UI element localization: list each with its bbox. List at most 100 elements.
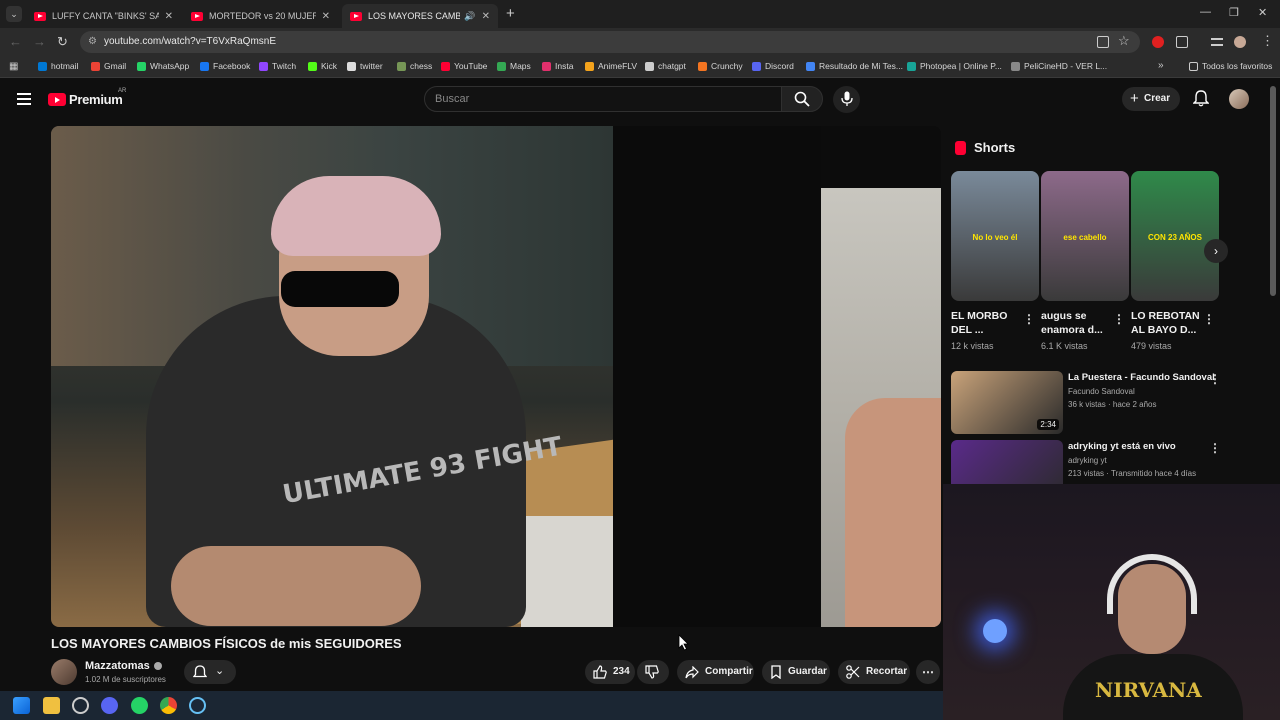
- recommended-more-icon[interactable]: ⋮: [1209, 372, 1221, 386]
- extensions-puzzle-icon[interactable]: [1176, 36, 1188, 48]
- address-bar[interactable]: ⚙ youtube.com/watch?v=T6VxRaQmsnE: [80, 31, 1140, 53]
- tab-current-video[interactable]: LOS MAYORES CAMBIOS FÍSICOS de mis SEGUI…: [342, 4, 498, 28]
- bookmark-chess[interactable]: chess: [397, 61, 432, 71]
- more-bookmarks-icon[interactable]: »: [1158, 60, 1164, 71]
- channel-name[interactable]: Mazzatomas: [85, 660, 162, 672]
- save-button[interactable]: Guardar: [762, 660, 830, 684]
- bookmark-resultado-de-mi-tes[interactable]: Resultado de Mi Tes...: [806, 61, 903, 71]
- bookmark-kick[interactable]: Kick: [308, 61, 337, 71]
- short-title[interactable]: augus se enamora d...: [1041, 309, 1115, 337]
- extension-icon[interactable]: [1152, 36, 1164, 48]
- bookmark-maps[interactable]: Maps: [497, 61, 531, 71]
- bookmark-whatsapp[interactable]: WhatsApp: [137, 61, 189, 71]
- thumbs-down-icon: [645, 665, 659, 679]
- recommended-channel[interactable]: adryking yt: [1068, 456, 1107, 465]
- like-button[interactable]: 234: [585, 660, 635, 684]
- tab-luffy[interactable]: LUFFY CANTA "BINKS' SAKE" ✕: [26, 4, 181, 28]
- steam-icon[interactable]: [189, 697, 206, 714]
- reload-icon[interactable]: ↻: [57, 34, 68, 50]
- recommended-more-icon[interactable]: ⋮: [1209, 441, 1221, 455]
- short-title[interactable]: EL MORBO DEL ...: [951, 309, 1025, 337]
- close-tab-icon[interactable]: ✕: [165, 11, 173, 22]
- search-input[interactable]: Buscar: [424, 86, 782, 112]
- apps-grid-icon[interactable]: ▦: [9, 61, 18, 72]
- browser-menu-icon[interactable]: ⋮: [1261, 33, 1274, 49]
- video-player[interactable]: ULTIMATE 93 FIGHT: [51, 126, 941, 627]
- recommended-channel[interactable]: Facundo Sandoval: [1068, 387, 1135, 396]
- new-tab-button[interactable]: +: [506, 5, 515, 22]
- voice-search-button[interactable]: [833, 86, 860, 113]
- windows-start-icon[interactable]: [13, 697, 30, 714]
- microphone-icon: [841, 91, 853, 106]
- forward-icon[interactable]: →: [33, 34, 46, 50]
- menu-hamburger-icon[interactable]: [17, 93, 31, 108]
- create-button[interactable]: + Crear: [1122, 87, 1180, 111]
- search-button[interactable]: [781, 86, 823, 112]
- recommended-title[interactable]: La Puestera - Facundo Sandoval: [1068, 372, 1215, 383]
- bookmark-gmail[interactable]: Gmail: [91, 61, 126, 71]
- chrome-icon[interactable]: [160, 697, 177, 714]
- bookmark-insta[interactable]: Insta: [542, 61, 573, 71]
- bookmark-hotmail[interactable]: hotmail: [38, 61, 78, 71]
- youtube-favicon-icon: [34, 11, 46, 21]
- bookmark-facebook[interactable]: Facebook: [200, 61, 250, 71]
- whatsapp-icon[interactable]: [131, 697, 148, 714]
- audio-playing-icon[interactable]: 🔊: [464, 11, 475, 22]
- share-button[interactable]: Compartir: [677, 660, 754, 684]
- short-thumbnail[interactable]: ese cabello: [1041, 171, 1129, 301]
- short-views: 479 vistas: [1131, 341, 1172, 351]
- media-control-icon[interactable]: [1211, 38, 1223, 46]
- tab-mortedor[interactable]: MORTEDOR vs 20 MUJERES - YouTube ✕: [183, 4, 338, 28]
- bookmark-twitter[interactable]: twitter: [347, 61, 383, 71]
- bookmark-star-icon[interactable]: ☆: [1118, 33, 1130, 49]
- short-more-icon[interactable]: ⋮: [1113, 312, 1125, 326]
- settings-gear-icon[interactable]: [72, 697, 89, 714]
- minimize-icon[interactable]: —: [1200, 6, 1211, 18]
- user-avatar[interactable]: [1229, 89, 1249, 109]
- all-bookmarks-folder[interactable]: Todos los favoritos: [1189, 61, 1272, 71]
- bookmark-twitch[interactable]: Twitch: [259, 61, 296, 71]
- bookmark-photopea-online-p[interactable]: Photopea | Online P...: [907, 61, 1002, 71]
- short-more-icon[interactable]: ⋮: [1023, 312, 1035, 326]
- close-tab-icon[interactable]: ✕: [482, 11, 490, 22]
- recommended-thumbnail[interactable]: 2:34: [951, 371, 1063, 434]
- restore-icon[interactable]: ❐: [1229, 6, 1239, 19]
- dislike-button[interactable]: [637, 660, 669, 684]
- short-title[interactable]: LO REBOTAN AL BAYO D...: [1131, 309, 1205, 337]
- site-info-icon[interactable]: ⚙: [88, 31, 97, 53]
- page-scrollbar[interactable]: [1270, 86, 1276, 296]
- bookmark-animeflv[interactable]: AnimeFLV: [585, 61, 637, 71]
- short-thumbnail[interactable]: No lo veo él: [951, 171, 1039, 301]
- video-frame-left: ULTIMATE 93 FIGHT: [51, 126, 613, 627]
- bookmark-youtube[interactable]: YouTube: [441, 61, 487, 71]
- channel-avatar[interactable]: [51, 659, 77, 685]
- blue-light: [983, 619, 1007, 643]
- subscription-bell-button[interactable]: ⌄: [184, 660, 236, 684]
- recommended-title[interactable]: adryking yt está en vivo: [1068, 441, 1176, 452]
- bookmark-crunchy[interactable]: Crunchy: [698, 61, 743, 71]
- youtube-favicon-icon: [191, 11, 203, 21]
- close-tab-icon[interactable]: ✕: [322, 11, 330, 22]
- video-frame-dark: [613, 126, 821, 627]
- close-window-icon[interactable]: ✕: [1258, 6, 1267, 19]
- bookmark-pelicinehd-ver-l[interactable]: PeliCineHD - VER L...: [1011, 61, 1107, 71]
- youtube-premium-logo[interactable]: Premium AR: [48, 88, 126, 107]
- shorts-next-arrow-icon[interactable]: ›: [1204, 239, 1228, 263]
- short-more-icon[interactable]: ⋮: [1203, 312, 1215, 326]
- notifications-bell-icon[interactable]: [1193, 90, 1209, 107]
- file-explorer-icon[interactable]: [43, 697, 60, 714]
- bookmark-favicon-icon: [38, 61, 47, 71]
- short-caption: No lo veo él: [972, 233, 1018, 242]
- short-thumbnail[interactable]: CON 23 AÑOS: [1131, 171, 1219, 301]
- more-actions-icon[interactable]: ⋯: [916, 660, 940, 684]
- bookmark-favicon-icon: [308, 61, 317, 71]
- sunglasses: [281, 271, 399, 307]
- bookmark-discord[interactable]: Discord: [752, 61, 794, 71]
- bookmark-chatgpt[interactable]: chatgpt: [645, 61, 686, 71]
- install-app-icon[interactable]: [1097, 36, 1109, 48]
- discord-icon[interactable]: [101, 697, 118, 714]
- back-icon[interactable]: ←: [9, 34, 22, 50]
- profile-avatar-icon[interactable]: [1234, 36, 1246, 48]
- clip-button[interactable]: Recortar: [838, 660, 910, 684]
- tab-search-button[interactable]: ⌄: [6, 6, 22, 22]
